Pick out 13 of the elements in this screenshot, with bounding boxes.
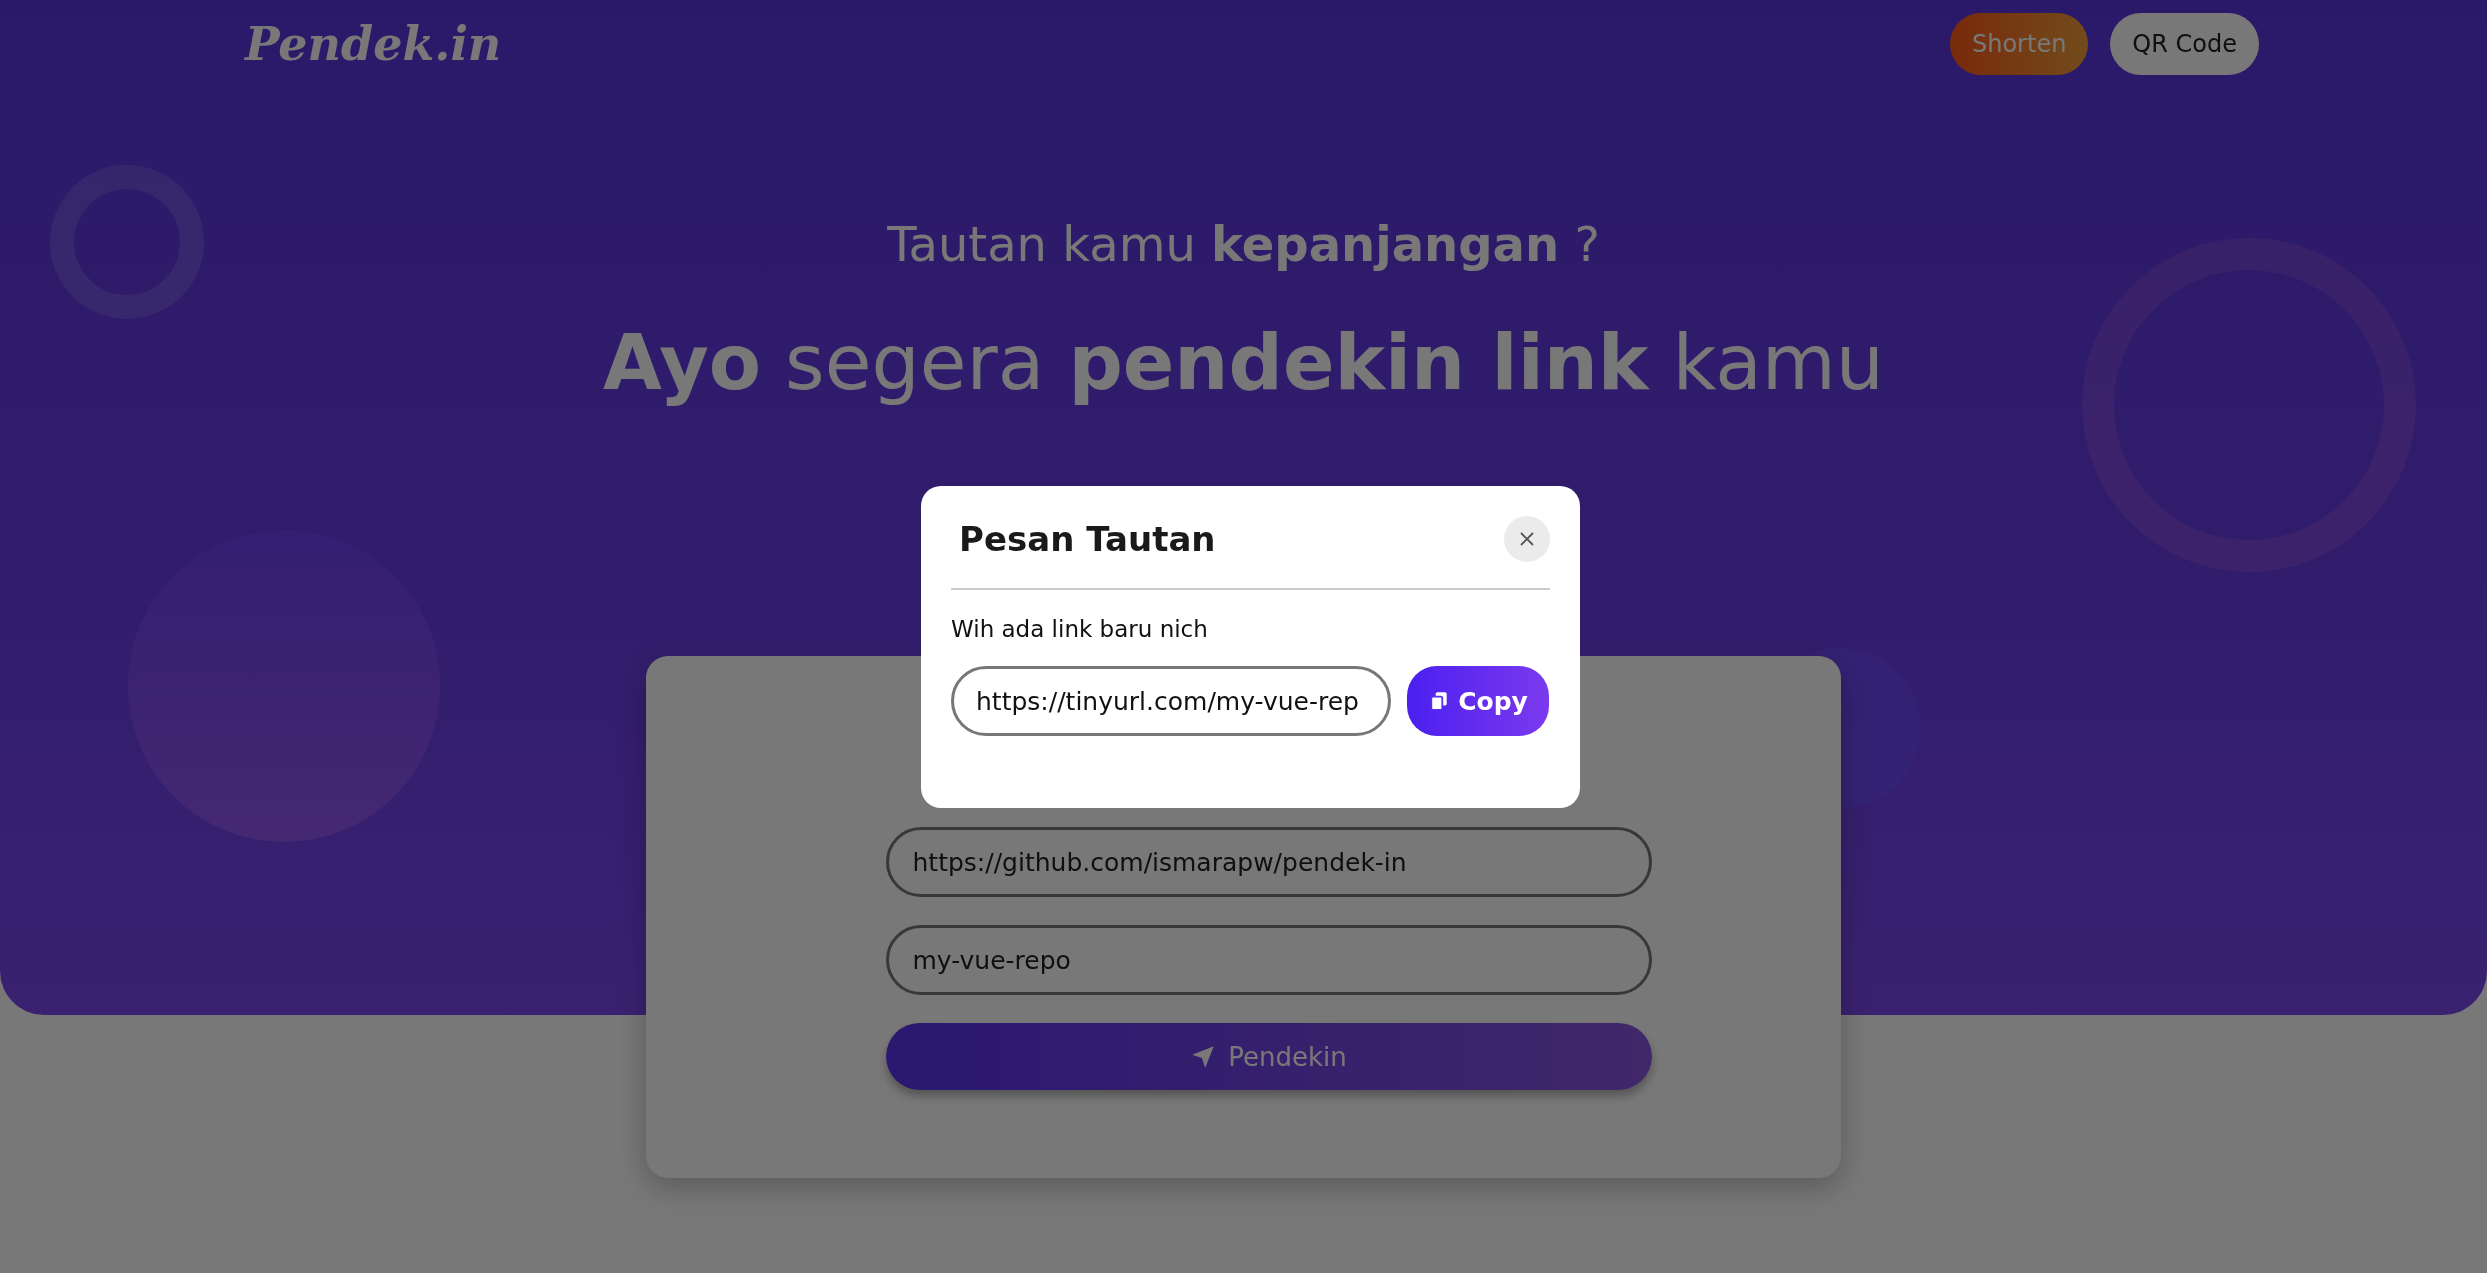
hero-subtitle: Tautan kamu kepanjangan ? [886,216,1601,272]
copy-button[interactable]: Copy [1407,666,1549,736]
send-icon [1190,1043,1217,1070]
input-field[interactable]: my-vue-repo [885,925,1652,995]
pendekin-button[interactable]: Pendekin [885,1023,1652,1090]
nav-button[interactable]: QR Code [2110,13,2259,75]
logo[interactable]: Pendek.in [245,17,502,71]
input-field[interactable]: https://github.com/ismarapw/pendek-in [885,827,1652,897]
modal-title: Pesan Tautan [959,519,1216,559]
link-field[interactable]: https://tinyurl.com/my-vue-rep [951,666,1391,736]
modal-message: Wih ada link baru nich [951,616,1209,642]
close-button[interactable] [1504,516,1550,562]
hero-headline: Ayo segera pendekin link kamu [603,317,1884,409]
